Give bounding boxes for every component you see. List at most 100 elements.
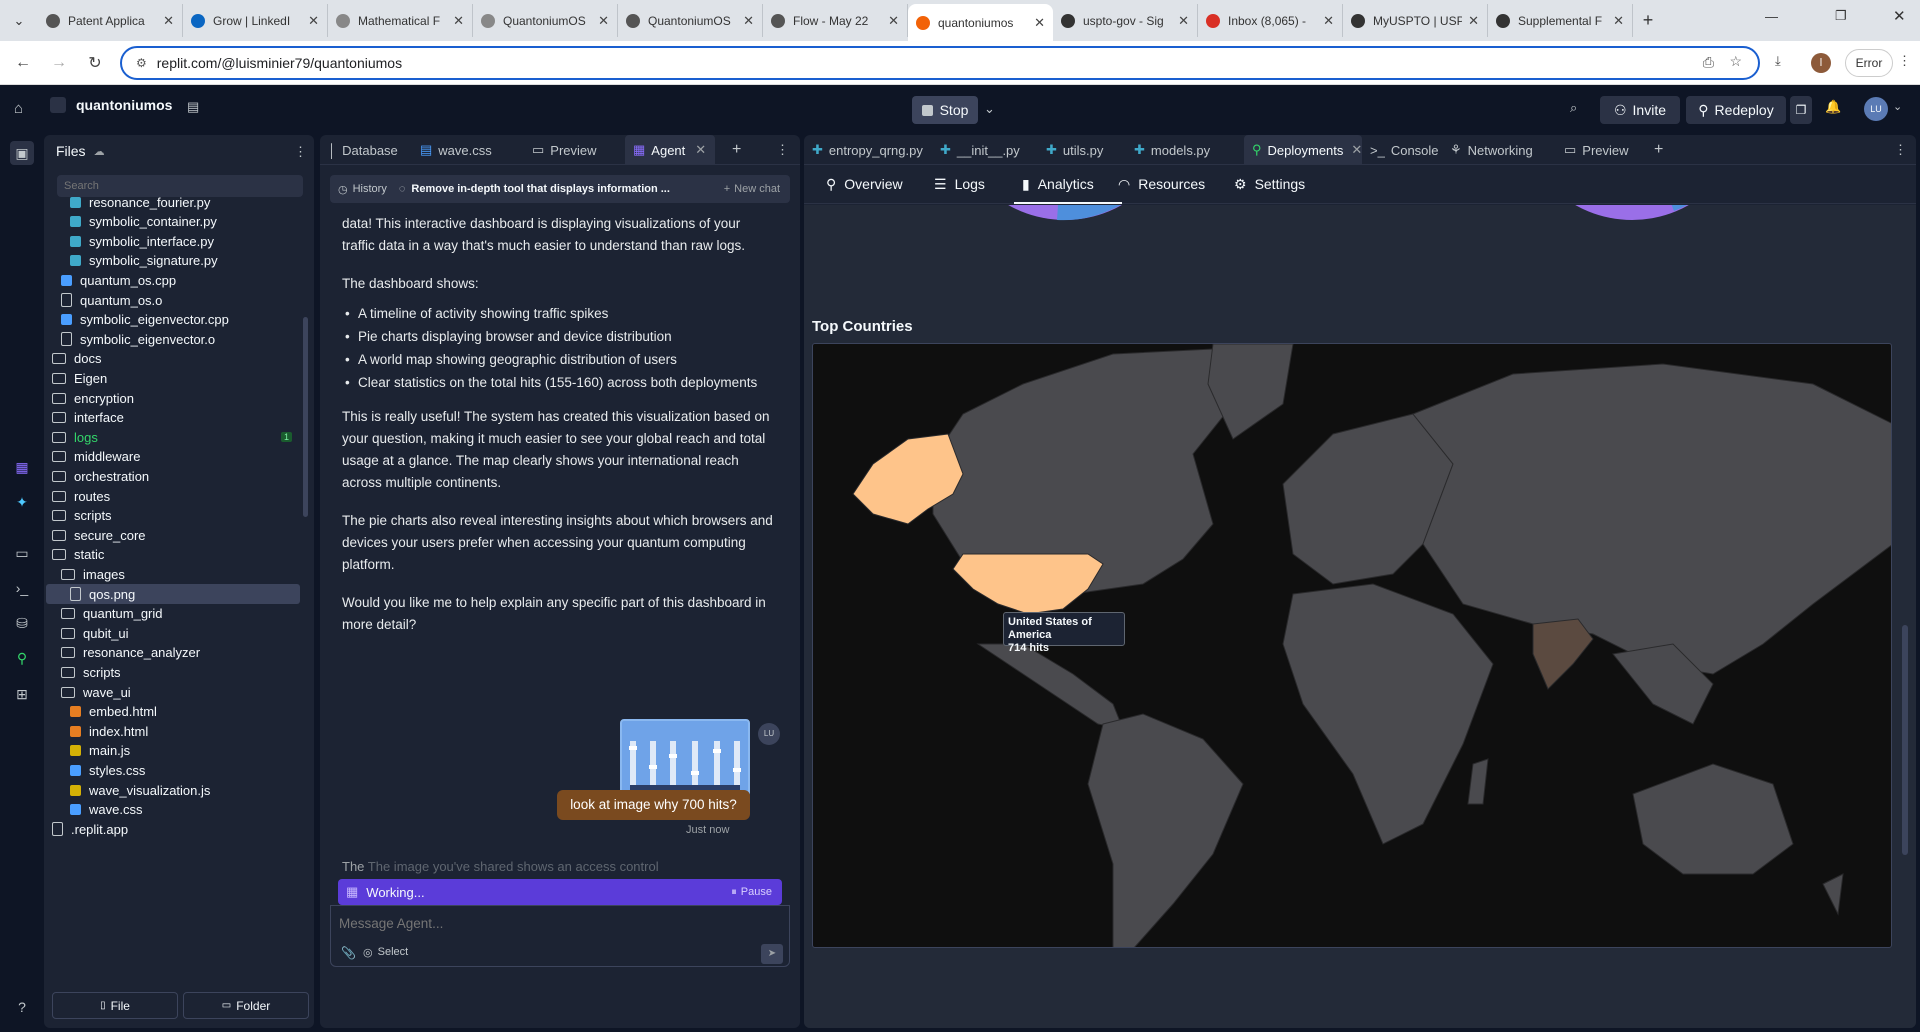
new-chat-button[interactable]: + New chat bbox=[724, 183, 790, 195]
folder-item[interactable]: secure_core bbox=[46, 525, 300, 545]
reload-icon[interactable]: ↻ bbox=[82, 53, 108, 73]
pause-button[interactable]: ⏸ Pause bbox=[731, 886, 772, 899]
browser-tab[interactable]: Grow | LinkedI ✕ bbox=[183, 4, 328, 37]
new-tab-button[interactable]: + bbox=[1654, 135, 1674, 165]
analytics-scrollbar[interactable] bbox=[1902, 625, 1908, 855]
minimize-icon[interactable]: — bbox=[1765, 9, 1778, 24]
send-button[interactable]: ➤ bbox=[761, 944, 783, 964]
user-avatar[interactable]: LU bbox=[1864, 97, 1888, 121]
file-item[interactable]: wave_visualization.js bbox=[46, 780, 300, 800]
browser-tab[interactable]: Mathematical F ✕ bbox=[328, 4, 473, 37]
select-element-button[interactable]: ◎ Select bbox=[363, 946, 408, 959]
attach-icon[interactable]: 📎 bbox=[341, 946, 356, 960]
tab-entropy-qrng[interactable]: ✚ entropy_qrng.py bbox=[812, 135, 930, 165]
download-icon[interactable]: ⤓ bbox=[1775, 53, 1781, 69]
folder-item[interactable]: quantum_grid bbox=[46, 604, 300, 624]
tab-search-button[interactable]: ⌄ bbox=[0, 4, 38, 37]
file-item[interactable]: quantum_os.o bbox=[46, 290, 300, 310]
user-menu-chevron-icon[interactable]: ⌄ bbox=[1893, 100, 1902, 113]
invite-button[interactable]: ⚇ Invite bbox=[1600, 96, 1680, 124]
search-icon[interactable]: ⌕ bbox=[1570, 100, 1577, 116]
browser-tab[interactable]: MyUSPTO | USP ✕ bbox=[1343, 4, 1488, 37]
browser-tab[interactable]: Supplemental F ✕ bbox=[1488, 4, 1633, 37]
error-button[interactable]: Error bbox=[1845, 49, 1893, 77]
close-tab-icon[interactable]: ✕ bbox=[1613, 13, 1624, 29]
folder-item[interactable]: qubit_ui bbox=[46, 623, 300, 643]
home-icon[interactable]: ⌂ bbox=[14, 100, 23, 117]
copy-icon[interactable]: ❐ bbox=[1790, 96, 1812, 124]
close-tab-icon[interactable]: ✕ bbox=[598, 13, 609, 29]
file-item[interactable]: quantum_os.cpp bbox=[46, 270, 300, 290]
run-options-chevron-icon[interactable]: ⌄ bbox=[984, 101, 995, 117]
folder-item[interactable]: Eigen bbox=[46, 368, 300, 388]
webview-icon[interactable]: ▭ bbox=[12, 543, 32, 563]
new-folder-button[interactable]: ▭ Folder bbox=[183, 992, 309, 1019]
database-icon[interactable]: ⛁ bbox=[12, 613, 32, 633]
file-item[interactable]: styles.css bbox=[46, 760, 300, 780]
project-switcher[interactable]: quantoniumos bbox=[50, 97, 172, 113]
file-item[interactable]: symbolic_eigenvector.o bbox=[46, 329, 300, 349]
tab-models[interactable]: ✚ models.py bbox=[1134, 135, 1220, 165]
close-tab-icon[interactable]: ✕ bbox=[1323, 13, 1334, 29]
folder-item[interactable]: logs 1 bbox=[46, 427, 300, 447]
browser-tab[interactable]: Flow - May 22 ✕ bbox=[763, 4, 908, 37]
new-file-button[interactable]: ▯ File bbox=[52, 992, 178, 1019]
browser-tab[interactable]: QuantoniumOS ✕ bbox=[473, 4, 618, 37]
subtab-logs[interactable]: ☰ Logs bbox=[934, 176, 985, 193]
folder-item[interactable]: middleware bbox=[46, 447, 300, 467]
back-icon[interactable]: ← bbox=[10, 54, 36, 72]
subtab-resources[interactable]: ◠ Resources bbox=[1118, 176, 1205, 193]
close-tab-icon[interactable]: ✕ bbox=[1351, 142, 1362, 158]
new-tab-button[interactable]: + bbox=[1633, 4, 1663, 37]
folder-item[interactable]: interface bbox=[46, 408, 300, 428]
browser-tab[interactable]: Patent Applica ✕ bbox=[38, 4, 183, 37]
help-icon[interactable]: ? bbox=[12, 997, 32, 1017]
files-icon[interactable]: ▣ bbox=[10, 141, 34, 165]
file-item[interactable]: symbolic_eigenvector.cpp bbox=[46, 310, 300, 330]
file-item[interactable]: symbolic_signature.py bbox=[46, 251, 300, 271]
address-bar[interactable]: ⚙ replit.com/@luisminier79/quantoniumos … bbox=[120, 46, 1760, 80]
close-tab-icon[interactable]: ✕ bbox=[695, 142, 706, 158]
close-tab-icon[interactable]: ✕ bbox=[163, 13, 174, 29]
folder-item[interactable]: resonance_analyzer bbox=[46, 643, 300, 663]
file-tree-scrollbar[interactable] bbox=[303, 317, 308, 517]
tab-utils[interactable]: ✚ utils.py bbox=[1046, 135, 1118, 165]
tab-preview[interactable]: ▭ Preview bbox=[1564, 135, 1644, 165]
bookmark-star-icon[interactable]: ☆ bbox=[1729, 53, 1742, 70]
close-window-icon[interactable]: ✕ bbox=[1893, 7, 1906, 25]
folder-item[interactable]: scripts bbox=[46, 506, 300, 526]
folder-item[interactable]: orchestration bbox=[46, 466, 300, 486]
chat-title[interactable]: Remove in-depth tool that displays infor… bbox=[411, 183, 691, 195]
subtab-overview[interactable]: ⚲ Overview bbox=[826, 176, 903, 193]
redeploy-button[interactable]: ⚲ Redeploy bbox=[1686, 96, 1786, 124]
tab-init[interactable]: ✚ __init__.py bbox=[940, 135, 1030, 165]
user-image-attachment[interactable] bbox=[620, 719, 750, 797]
file-item[interactable]: .replit.app bbox=[46, 819, 300, 839]
forward-icon[interactable]: → bbox=[46, 54, 72, 72]
notification-bell-icon[interactable]: 🔔 bbox=[1825, 99, 1841, 115]
folder-item[interactable]: images bbox=[46, 564, 300, 584]
folder-item[interactable]: docs bbox=[46, 349, 300, 369]
pane-menu-icon[interactable]: ⋮ bbox=[1894, 135, 1907, 165]
close-tab-icon[interactable]: ✕ bbox=[1034, 15, 1045, 31]
browser-tab[interactable]: Inbox (8,065) - ✕ bbox=[1198, 4, 1343, 37]
file-item[interactable]: qos.png bbox=[46, 584, 300, 604]
restore-icon[interactable]: ❐ bbox=[1835, 8, 1847, 24]
file-item[interactable]: index.html bbox=[46, 721, 300, 741]
file-item[interactable]: symbolic_interface.py bbox=[46, 231, 300, 251]
site-info-icon[interactable]: ⚙ bbox=[136, 56, 147, 70]
file-item[interactable]: embed.html bbox=[46, 702, 300, 722]
stop-button[interactable]: Stop bbox=[912, 96, 978, 124]
agent-icon[interactable]: ▦ bbox=[12, 457, 32, 477]
tab-networking[interactable]: ⚘ Networking bbox=[1450, 135, 1550, 165]
browser-menu-icon[interactable]: ⋮ bbox=[1898, 53, 1911, 69]
folder-item[interactable]: static bbox=[46, 545, 300, 565]
tab-agent[interactable]: ▦ Agent ✕ bbox=[625, 135, 715, 165]
file-item[interactable]: resonance_fourier.py bbox=[46, 192, 300, 212]
layout-icon[interactable]: ▤ bbox=[187, 99, 199, 115]
files-menu-icon[interactable]: ⋮ bbox=[294, 144, 307, 160]
folder-item[interactable]: wave_ui bbox=[46, 682, 300, 702]
tab-database[interactable]: │ Database bbox=[320, 135, 412, 165]
close-tab-icon[interactable]: ✕ bbox=[308, 13, 319, 29]
tab-console[interactable]: >_ Console bbox=[1370, 135, 1450, 165]
